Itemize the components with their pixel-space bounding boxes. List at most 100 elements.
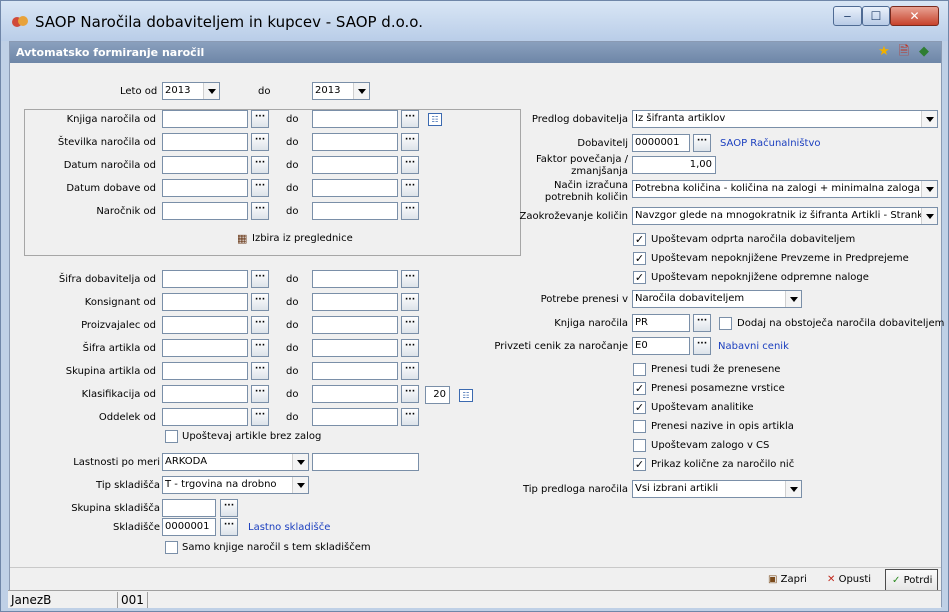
brez-zalog-label: Upoštevaj artikle brez zalog <box>182 431 322 442</box>
calendar-icon[interactable]: ☷ <box>428 113 442 126</box>
klasifikacija-level-input[interactable]: 20 <box>425 386 450 404</box>
brez-zalog-checkbox[interactable] <box>165 430 178 443</box>
document-icon[interactable]: 🗎 <box>896 44 912 60</box>
knjiga-from-browse-button[interactable]: ··· <box>251 110 269 128</box>
datum-narocila-to-input[interactable] <box>312 156 398 174</box>
zaokrozevanje-select[interactable]: Navzgor glede na mnogokratnik iz šifrant… <box>632 207 938 225</box>
oddelek-from-input[interactable] <box>162 408 248 426</box>
stevilka-to-browse-button[interactable]: ··· <box>401 133 419 151</box>
sifra-artikla-to-browse-button[interactable]: ··· <box>401 339 419 357</box>
oddelek-to-input[interactable] <box>312 408 398 426</box>
skladisce-label: Skladišče <box>112 522 160 533</box>
konsignant-to-browse-button[interactable]: ··· <box>401 293 419 311</box>
narocnik-to-input[interactable] <box>312 202 398 220</box>
nacin-select[interactable]: Potrebna količina - količina na zalogi +… <box>632 180 938 198</box>
sifra-artikla-to-input[interactable] <box>312 339 398 357</box>
cenik-browse-button[interactable]: ··· <box>693 337 711 355</box>
zapri-button[interactable]: ▣ Zapri <box>768 569 807 591</box>
book-icon[interactable]: ◆ <box>916 44 932 60</box>
konsignant-from-browse-button[interactable]: ··· <box>251 293 269 311</box>
skladisce-input[interactable]: 0000001 <box>162 518 216 536</box>
skupina-artikla-from-browse-button[interactable]: ··· <box>251 362 269 380</box>
lastnosti-value-input[interactable] <box>312 453 419 471</box>
sifra-artikla-from-browse-button[interactable]: ··· <box>251 339 269 357</box>
opt2-checkbox-2[interactable]: ✓ <box>633 401 646 414</box>
datum-dobave-to-input[interactable] <box>312 179 398 197</box>
samo-knjige-checkbox[interactable] <box>165 541 178 554</box>
proizvajalec-to-browse-button[interactable]: ··· <box>401 316 419 334</box>
klasifikacija-calendar-icon[interactable]: ☷ <box>459 389 473 402</box>
konsignant-to-input[interactable] <box>312 293 398 311</box>
skupina-artikla-to-browse-button[interactable]: ··· <box>401 362 419 380</box>
tip-predloga-select[interactable]: Vsi izbrani artikli <box>632 480 802 498</box>
year-from-select[interactable]: 2013 <box>162 82 220 100</box>
opt2-label-0: Prenesi tudi že prenesene <box>651 364 781 375</box>
proizvajalec-from-input[interactable] <box>162 316 248 334</box>
narocnik-to-browse-button[interactable]: ··· <box>401 202 419 220</box>
opt1-checkbox-2[interactable]: ✓ <box>633 271 646 284</box>
klasifikacija-to-browse-button[interactable]: ··· <box>401 385 419 403</box>
datum-dobave-to-browse-button[interactable]: ··· <box>401 179 419 197</box>
stevilka-to-input[interactable] <box>312 133 398 151</box>
knjiga-input[interactable]: PR <box>632 314 690 332</box>
datum-narocila-from-input[interactable] <box>162 156 248 174</box>
sifra-dobavitelja-from-input[interactable] <box>162 270 248 288</box>
oddelek-from-browse-button[interactable]: ··· <box>251 408 269 426</box>
predlog-select[interactable]: Iz šifranta artiklov <box>632 110 938 128</box>
opt1-checkbox-1[interactable]: ✓ <box>633 252 646 265</box>
datum-dobave-from-input[interactable] <box>162 179 248 197</box>
proizvajalec-from-browse-button[interactable]: ··· <box>251 316 269 334</box>
datum-narocila-to-browse-button[interactable]: ··· <box>401 156 419 174</box>
potrebe-select[interactable]: Naročila dobaviteljem <box>632 290 802 308</box>
skladisce-link[interactable]: Lastno skladišče <box>248 522 330 533</box>
opt1-checkbox-0[interactable]: ✓ <box>633 233 646 246</box>
maximize-button[interactable]: ☐ <box>862 6 890 26</box>
skupina-artikla-to-input[interactable] <box>312 362 398 380</box>
opt2-checkbox-1[interactable]: ✓ <box>633 382 646 395</box>
sifra-dobavitelja-from-browse-button[interactable]: ··· <box>251 270 269 288</box>
dodaj-checkbox[interactable] <box>719 317 732 330</box>
minimize-button[interactable]: ‒ <box>833 6 862 26</box>
klasifikacija-from-input[interactable] <box>162 385 248 403</box>
opt2-checkbox-3[interactable] <box>633 420 646 433</box>
stevilka-from-input[interactable] <box>162 133 248 151</box>
skupina-artikla-from-input[interactable] <box>162 362 248 380</box>
opusti-button[interactable]: ✕ Opusti <box>827 569 871 591</box>
sifra-dobavitelja-to-input[interactable] <box>312 270 398 288</box>
oddelek-to-browse-button[interactable]: ··· <box>401 408 419 426</box>
favorite-star-icon[interactable]: ★ <box>876 44 892 60</box>
year-to-select[interactable]: 2013 <box>312 82 370 100</box>
knjiga-browse-button[interactable]: ··· <box>693 314 711 332</box>
close-button[interactable]: ✕ <box>890 6 939 26</box>
lastnosti-select[interactable]: ARKODA <box>162 453 309 471</box>
narocnik-from-input[interactable] <box>162 202 248 220</box>
datum-narocila-from-browse-button[interactable]: ··· <box>251 156 269 174</box>
klasifikacija-to-input[interactable] <box>312 385 398 403</box>
knjiga-to-input[interactable] <box>312 110 398 128</box>
tip-skladisca-select[interactable]: T - trgovina na drobno <box>162 476 309 494</box>
opt2-checkbox-4[interactable] <box>633 439 646 452</box>
knjiga-to-browse-button[interactable]: ··· <box>401 110 419 128</box>
skupina-skladisca-browse-button[interactable]: ··· <box>220 499 238 517</box>
narocnik-from-browse-button[interactable]: ··· <box>251 202 269 220</box>
potrdi-button[interactable]: ✓ Potrdi <box>885 569 938 591</box>
skupina-skladisca-input[interactable] <box>162 499 216 517</box>
dobavitelj-input[interactable]: 0000001 <box>632 134 690 152</box>
knjiga-from-input[interactable] <box>162 110 248 128</box>
dobavitelj-link[interactable]: SAOP Računalništvo <box>720 138 821 149</box>
proizvajalec-to-input[interactable] <box>312 316 398 334</box>
sifra-dobavitelja-to-browse-button[interactable]: ··· <box>401 270 419 288</box>
faktor-input[interactable]: 1,00 <box>632 156 716 174</box>
sifra-artikla-from-input[interactable] <box>162 339 248 357</box>
klasifikacija-from-browse-button[interactable]: ··· <box>251 385 269 403</box>
opt2-checkbox-0[interactable] <box>633 363 646 376</box>
stevilka-from-browse-button[interactable]: ··· <box>251 133 269 151</box>
konsignant-from-input[interactable] <box>162 293 248 311</box>
datum-dobave-from-browse-button[interactable]: ··· <box>251 179 269 197</box>
opt2-checkbox-5[interactable]: ✓ <box>633 458 646 471</box>
cenik-link[interactable]: Nabavni cenik <box>718 341 789 352</box>
cenik-input[interactable]: E0 <box>632 337 690 355</box>
dobavitelj-browse-button[interactable]: ··· <box>693 134 711 152</box>
skladisce-browse-button[interactable]: ··· <box>220 518 238 536</box>
izbira-button[interactable]: Izbira iz preglednice <box>252 233 353 245</box>
